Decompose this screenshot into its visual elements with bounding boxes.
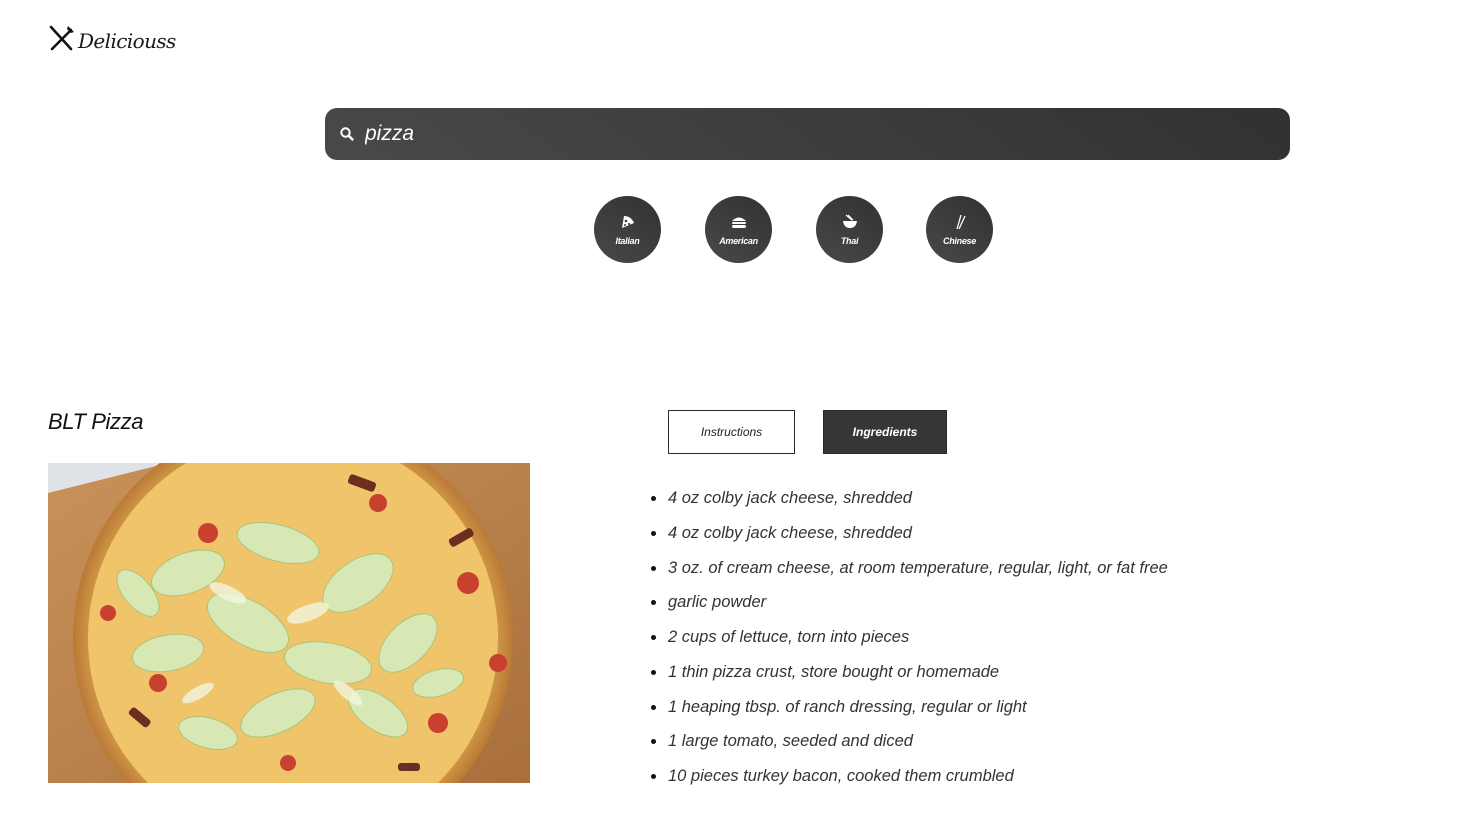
ingredient-item: 1 thin pizza crust, store bought or home… xyxy=(651,658,1368,693)
cuisine-label: American xyxy=(719,235,758,246)
tab-ingredients[interactable]: Ingredients xyxy=(823,410,947,454)
ingredient-item: 2 cups of lettuce, torn into pieces xyxy=(651,623,1368,658)
cuisine-label: Italian xyxy=(615,235,640,246)
cuisine-thai-button[interactable]: Thai xyxy=(816,196,883,263)
ingredient-item: 1 heaping tbsp. of ranch dressing, regul… xyxy=(651,693,1368,728)
page: Deliciouss Italian xyxy=(0,0,1459,822)
cuisine-american-button[interactable]: American xyxy=(705,196,772,263)
cuisine-italian-button[interactable]: Italian xyxy=(594,196,661,263)
ingredient-item: 4 oz colby jack cheese, shredded xyxy=(651,484,1368,519)
fork-knife-icon xyxy=(48,24,75,57)
cuisine-label: Thai xyxy=(840,235,859,246)
noodle-bowl-icon xyxy=(841,214,859,236)
ingredient-item: 1 large tomato, seeded and diced xyxy=(651,727,1368,762)
tab-instructions[interactable]: Instructions xyxy=(668,410,795,454)
ingredients-list: 4 oz colby jack cheese, shredded 4 oz co… xyxy=(651,484,1368,797)
ingredient-item: garlic powder xyxy=(651,588,1368,623)
cuisine-categories: Italian American Thai Chinese xyxy=(594,196,994,263)
search-input[interactable] xyxy=(365,108,1265,160)
recipe-title: BLT Pizza xyxy=(48,409,144,434)
ingredient-item: 3 oz. of cream cheese, at room temperatu… xyxy=(651,554,1368,589)
pizza-slice-icon xyxy=(619,214,637,236)
logo-link[interactable]: Deliciouss xyxy=(48,24,176,57)
cuisine-chinese-button[interactable]: Chinese xyxy=(926,196,993,263)
search-icon xyxy=(339,126,355,142)
search-bar xyxy=(325,108,1290,160)
ingredient-item: 4 oz colby jack cheese, shredded xyxy=(651,519,1368,554)
logo-text: Deliciouss xyxy=(78,28,176,53)
ingredient-item: 10 pieces turkey bacon, cooked them crum… xyxy=(651,762,1368,797)
hamburger-icon xyxy=(730,214,748,236)
chopsticks-icon xyxy=(951,214,969,236)
cuisine-label: Chinese xyxy=(943,235,976,246)
recipe-image xyxy=(48,463,530,783)
